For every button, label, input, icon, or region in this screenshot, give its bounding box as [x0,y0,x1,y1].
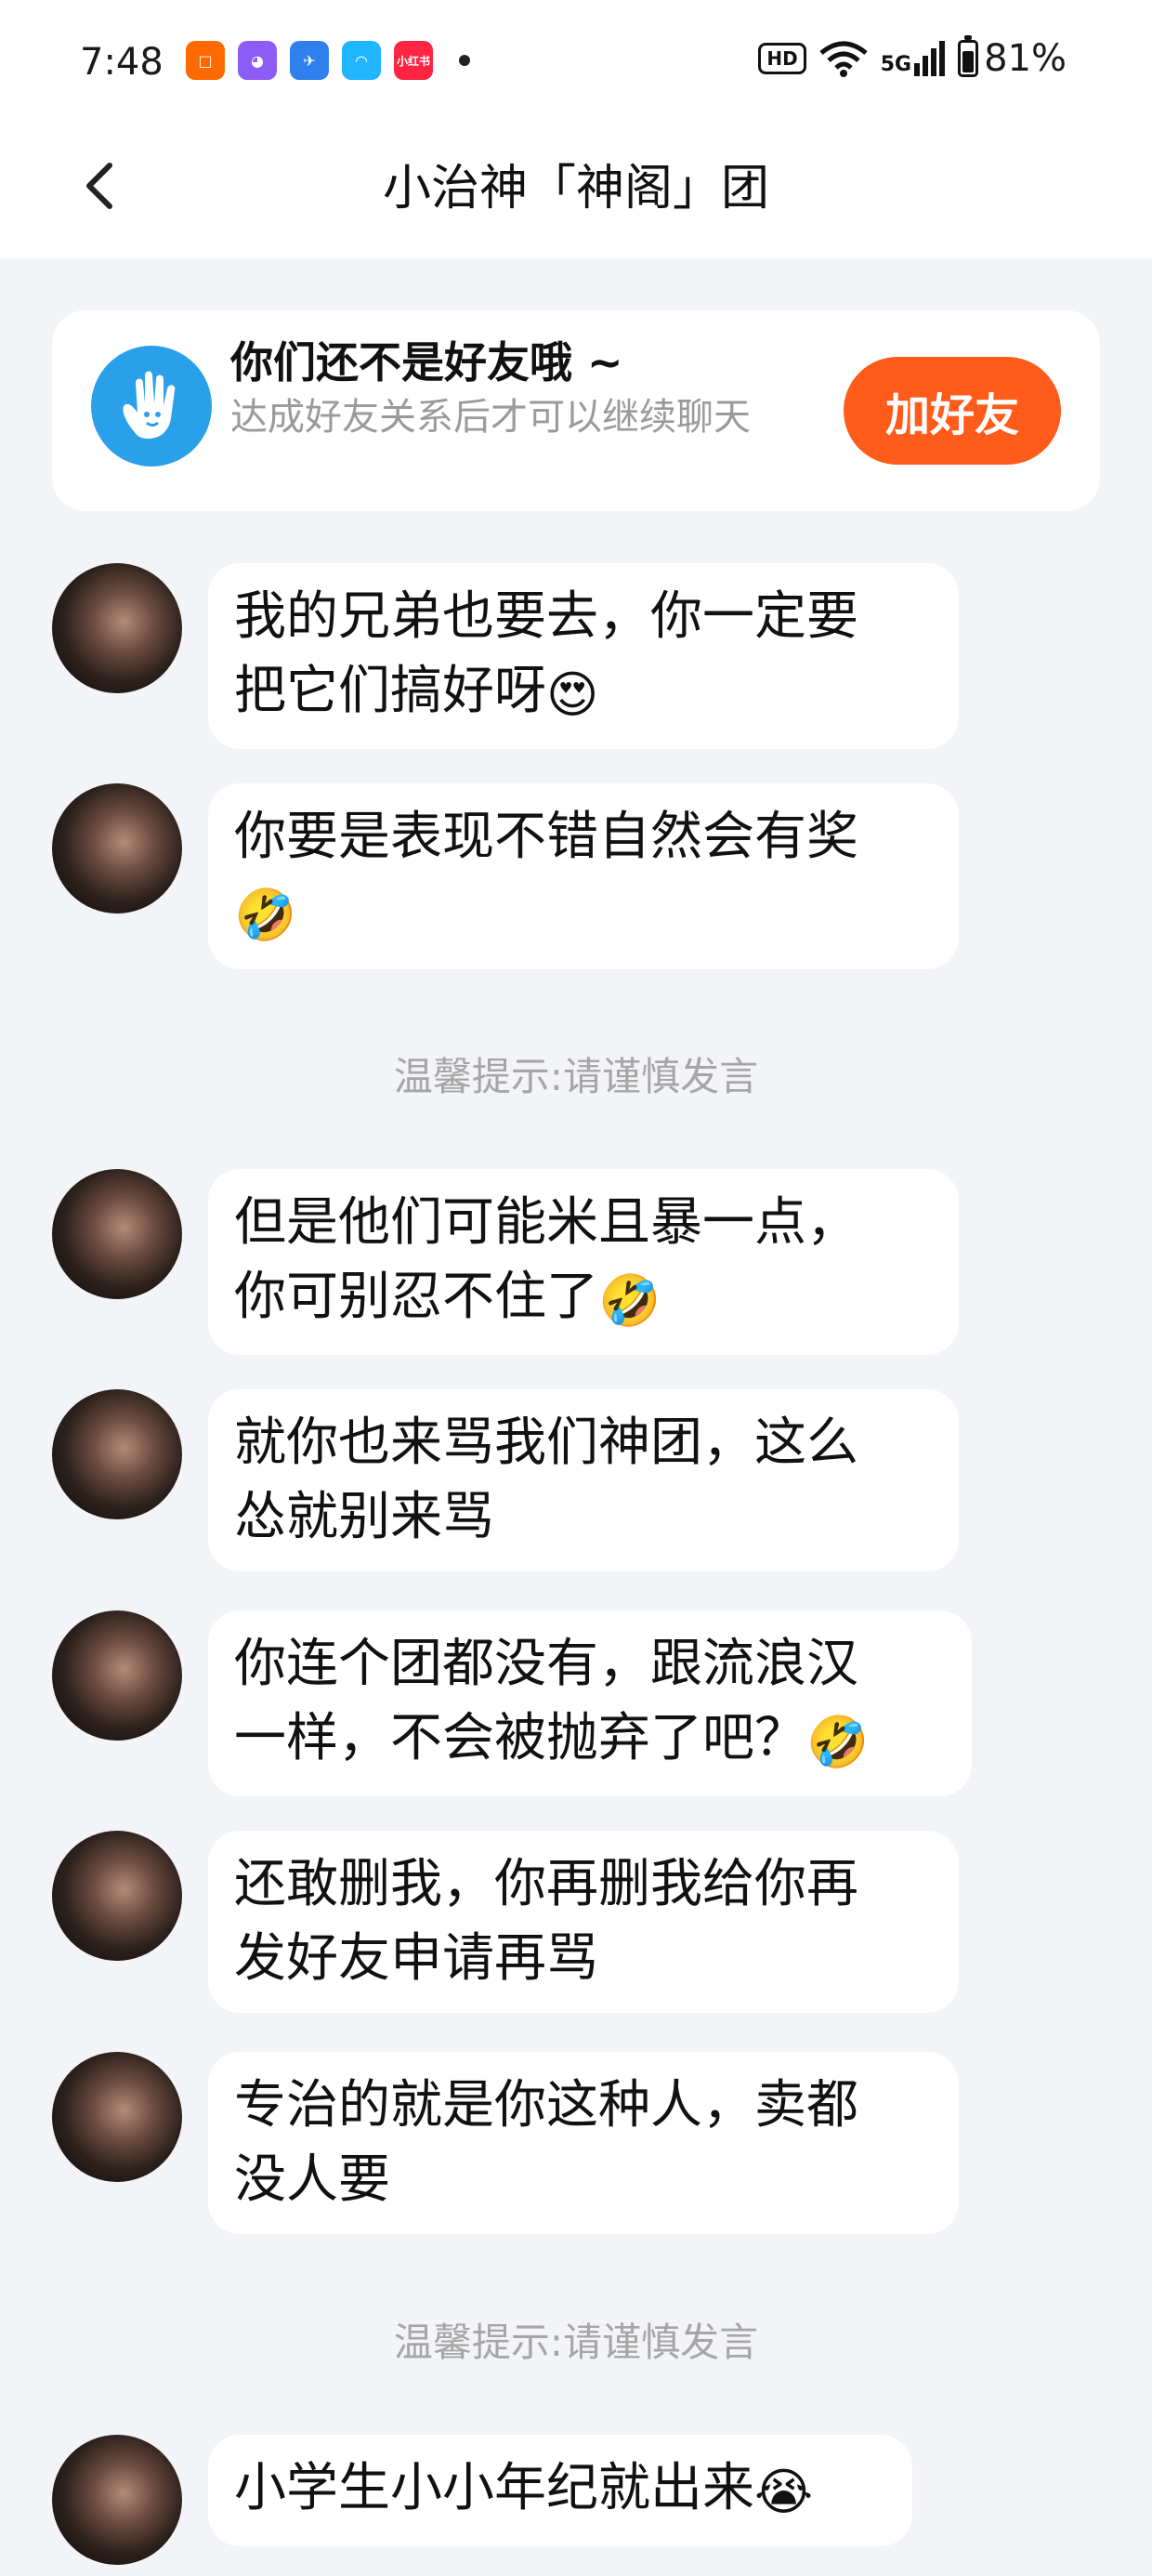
message-bubble[interactable]: 但是他们可能米且暴一点， 你可别忍不住了🤣 [208,1169,959,1355]
message-bubble[interactable]: 我的兄弟也要去，你一定要 把它们搞好呀😍 [208,563,959,749]
sender-avatar[interactable] [52,783,182,913]
banner-title: 你们还不是好友哦 ~ [230,337,623,388]
system-notice: 温馨提示:请谨慎发言 [393,1054,759,1099]
wifi-icon [819,41,868,77]
message-bubble[interactable]: 就你也来骂我们神团，这么 怂就别来骂 [208,1389,959,1571]
message-bubble[interactable]: 还敢删我，你再删我给你再 发好友申请再骂 [208,1831,959,2013]
emoji-icon: 🤣 [598,1271,661,1330]
emoji-icon: 🤣 [806,1713,870,1771]
message-bubble[interactable]: 你要是表现不错自然会有奖 🤣 [208,783,959,969]
sender-avatar[interactable] [52,1610,182,1741]
message-text: 专治的就是你这种人，卖都 没人要 [234,2075,858,2210]
signal-icon: 5G [880,41,946,76]
battery-icon [958,35,979,77]
message-text: 还敢删我，你再删我给你再 发好友申请再骂 [234,1854,858,1989]
sender-avatar[interactable] [52,1169,182,1299]
message-bubble[interactable]: 小学生小小年纪就出来😭 [208,2435,912,2546]
emoji-icon: 😍 [546,665,599,724]
message-text: 小学生小小年纪就出来 [234,2458,754,2518]
battery-fill [962,50,975,72]
banner-subtitle: 达成好友关系后才可以继续聊天 [230,396,751,439]
message-text: 但是他们可能米且暴一点， 你可别忍不住了 [234,1192,858,1327]
notification-app-icons: □ ◕ ✈ ◠ 小红书 [186,41,470,80]
xiaohongshu-app-icon: 小红书 [394,41,433,80]
sender-avatar[interactable] [52,2435,182,2565]
message-bubble[interactable]: 你连个团都没有，跟流浪汉 一样，不会被抛弃了吧？🤣 [208,1610,972,1796]
message-text: 你要是表现不错自然会有奖 [234,807,858,867]
network-type: 5G [880,53,912,76]
sender-avatar[interactable] [52,2052,182,2182]
add-friend-button[interactable]: 加好友 [844,357,1061,465]
more-notifications-dot-icon [459,55,470,66]
message-bubble[interactable]: 专治的就是你这种人，卖都 没人要 [208,2052,959,2234]
feather-app-icon: ✈ [290,41,329,80]
sender-avatar[interactable] [52,563,182,693]
not-friends-banner: 你们还不是好友哦 ~ 达成好友关系后才可以继续聊天 加好友 [52,310,1100,511]
chat-title: 小治神「神阁」团 [382,161,769,217]
system-icons: HD 5G 81% [758,35,1067,80]
system-notice: 温馨提示:请谨慎发言 [393,2320,759,2365]
emoji-icon: 😭 [754,2463,814,2521]
status-bar: 7:48 □ ◕ ✈ ◠ 小红书 HD 5G 81% [0,0,1152,139]
hand-wave-icon [91,346,212,467]
battery-percent: 81% [984,37,1067,80]
status-time: 7:48 [80,41,164,84]
message-text: 你连个团都没有，跟流浪汉 一样，不会被抛弃了吧？ [234,1634,858,1768]
cat-app-icon: ◕ [238,41,277,80]
hd-icon: HD [758,43,806,74]
sender-avatar[interactable] [52,1389,182,1519]
emoji-icon: 🤣 [234,886,297,944]
grid-app-icon: □ [186,41,225,80]
sender-avatar[interactable] [52,1831,182,1961]
swirl-app-icon: ◠ [342,41,381,80]
message-text: 就你也来骂我们神团，这么 怂就别来骂 [234,1413,858,1547]
battery-indicator: 81% [958,35,1067,80]
